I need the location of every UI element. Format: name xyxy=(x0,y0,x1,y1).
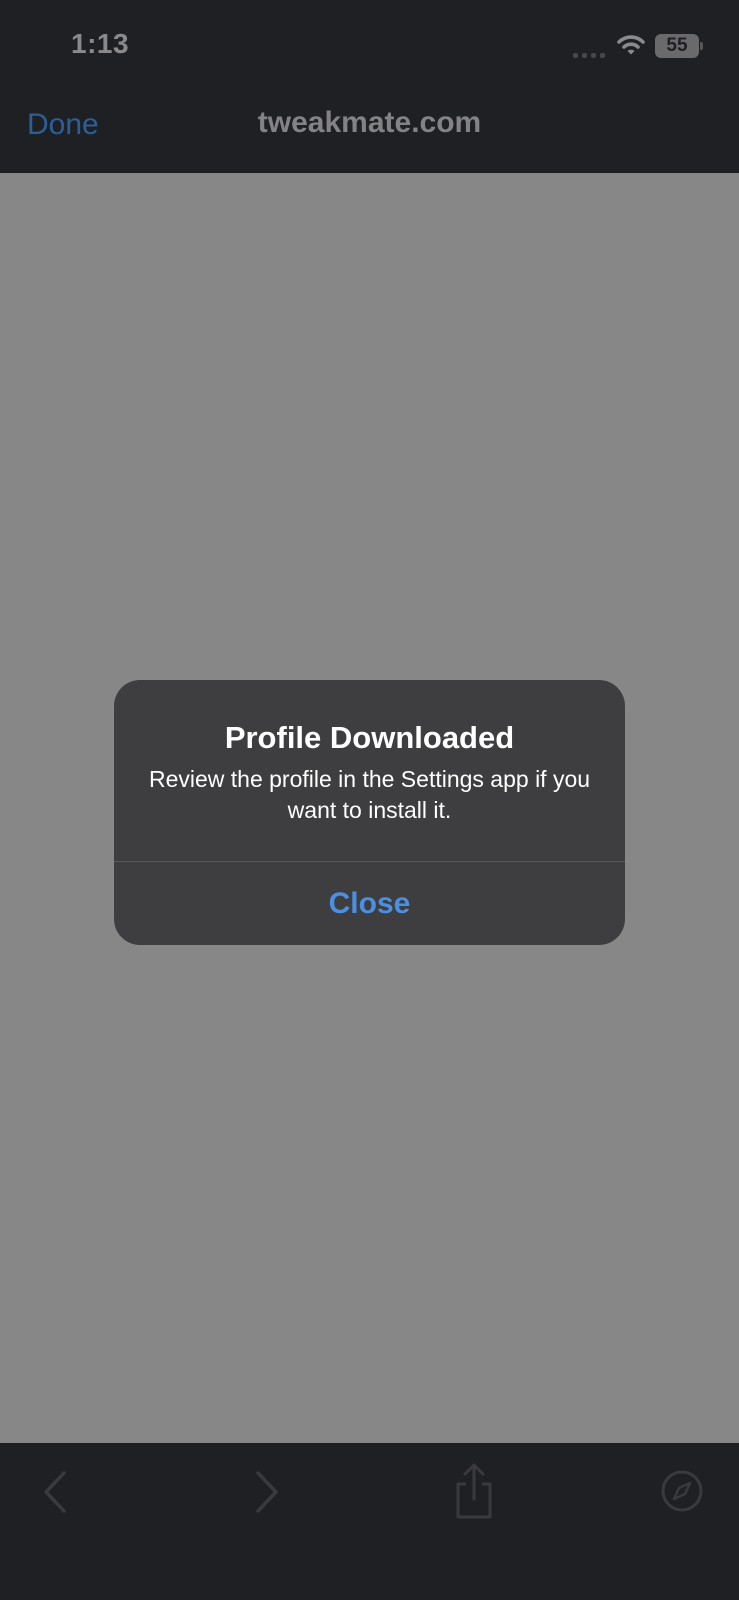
nav-bar: Done tweakmate.com xyxy=(0,90,739,173)
compass-button[interactable] xyxy=(652,1463,712,1519)
alert-message: Review the profile in the Settings app i… xyxy=(148,766,591,823)
url-title: tweakmate.com xyxy=(257,106,482,139)
forward-button[interactable] xyxy=(237,1467,297,1517)
share-icon xyxy=(444,1461,504,1521)
status-bar: 1:13 55 xyxy=(0,0,739,90)
alert-title: Profile Downloaded xyxy=(224,720,515,755)
battery-level: 55 xyxy=(666,35,688,56)
profile-downloaded-alert: Profile Downloaded Review the profile in… xyxy=(114,680,625,945)
status-time: 1:13 xyxy=(71,28,130,59)
battery-icon: 55 xyxy=(655,34,703,58)
back-button[interactable] xyxy=(25,1467,85,1517)
compass-icon xyxy=(652,1463,712,1519)
signal-icon xyxy=(573,50,607,58)
forward-icon xyxy=(237,1467,297,1517)
close-button[interactable]: Close xyxy=(114,862,625,945)
back-icon xyxy=(25,1467,85,1517)
wifi-icon xyxy=(617,34,645,56)
bottom-toolbar xyxy=(0,1443,739,1600)
share-button[interactable] xyxy=(444,1461,504,1521)
